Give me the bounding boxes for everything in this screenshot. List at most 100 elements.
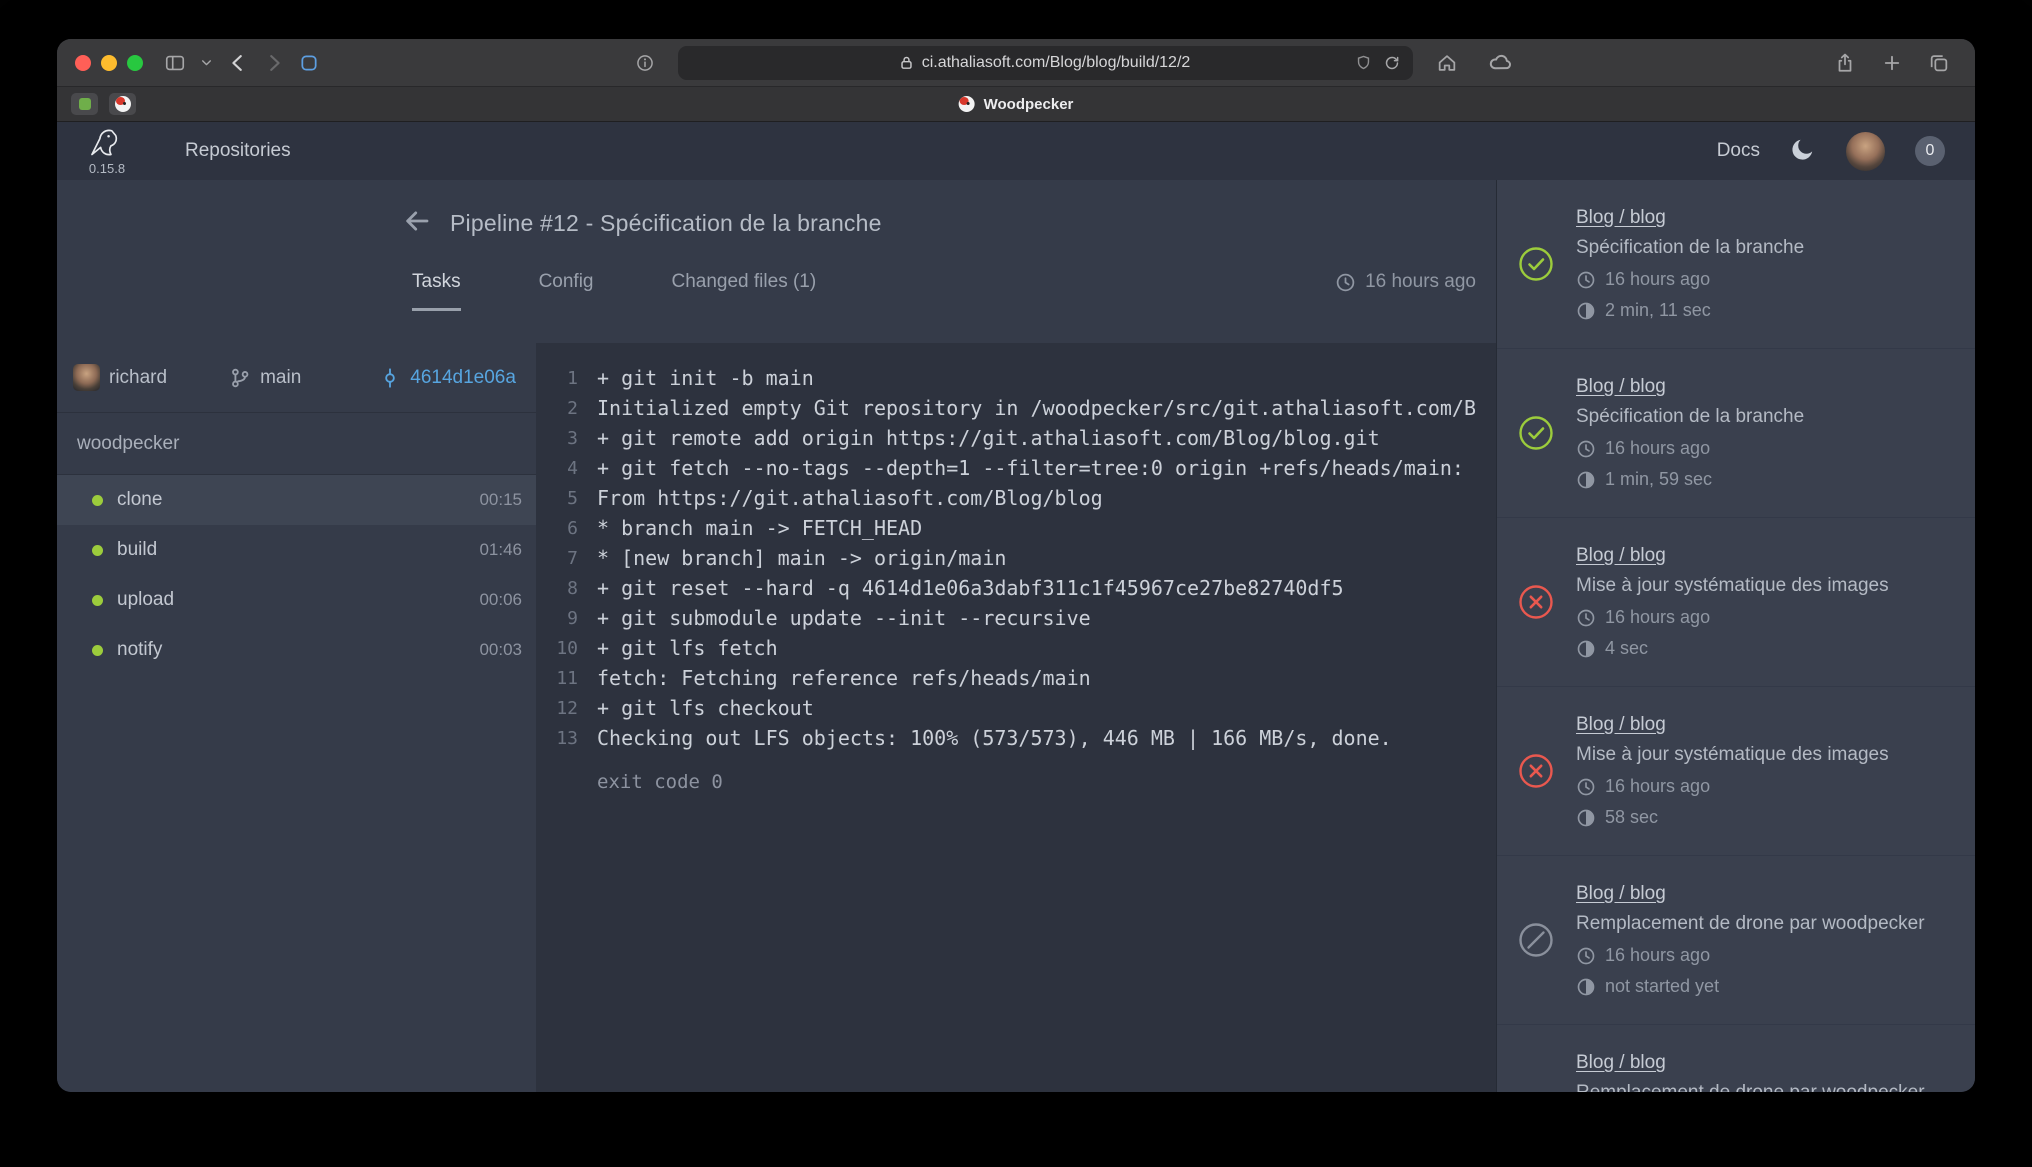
build-time: 16 hours ago — [1576, 438, 1804, 459]
log-line-text: From https://git.athaliasoft.com/Blog/bl… — [597, 486, 1103, 510]
theme-toggle-button[interactable] — [1790, 136, 1816, 167]
background-tab-1[interactable] — [71, 93, 98, 115]
new-tab-button[interactable] — [1875, 47, 1909, 79]
nav-repositories[interactable]: Repositories — [185, 140, 291, 162]
commit-link[interactable]: 4614d1e06a — [410, 367, 516, 389]
log-line-text: + git lfs checkout — [597, 696, 814, 720]
cloud-icon — [1488, 50, 1513, 75]
desktop-background: ci.athaliasoft.com/Blog/blog/build/12/2 — [0, 0, 2032, 1167]
moon-icon — [1790, 136, 1816, 162]
url-bar[interactable]: ci.athaliasoft.com/Blog/blog/build/12/2 — [678, 46, 1413, 80]
build-duration-label: not started yet — [1605, 976, 1719, 997]
build-text: Blog / blog Remplacement de drone par wo… — [1576, 883, 1925, 997]
log-line-number: 12 — [536, 698, 578, 719]
woodpecker-favicon-icon — [115, 96, 131, 112]
close-button[interactable] — [75, 55, 91, 71]
minimize-button[interactable] — [101, 55, 117, 71]
step-upload[interactable]: upload 00:06 — [57, 575, 536, 625]
log-line-text: Initialized empty Git repository in /woo… — [597, 396, 1476, 420]
build-time-label: 16 hours ago — [1605, 945, 1710, 966]
app-logo[interactable]: 0.15.8 — [87, 126, 127, 176]
clock-icon — [1576, 270, 1596, 290]
active-tab[interactable]: Woodpecker — [959, 87, 1074, 121]
status-icon-wrap — [1515, 753, 1557, 789]
author-avatar — [73, 364, 100, 391]
step-clone[interactable]: clone 00:15 — [57, 475, 536, 525]
tabs-overview-icon — [1928, 52, 1950, 74]
log-line-text: + git remote add origin https://git.atha… — [597, 426, 1380, 450]
log-line-number: 2 — [536, 398, 578, 419]
build-item[interactable]: Blog / blog Spécification de la branche … — [1497, 349, 1975, 518]
log-line-number: 3 — [536, 428, 578, 449]
build-text: Blog / blog Spécification de la branche … — [1576, 376, 1804, 490]
user-avatar[interactable] — [1846, 132, 1885, 171]
home-button[interactable] — [1429, 47, 1465, 79]
tab-config[interactable]: Config — [539, 271, 594, 308]
step-duration: 01:46 — [479, 540, 522, 560]
page-info-button[interactable] — [628, 47, 662, 79]
pipeline-back-button[interactable] — [402, 206, 432, 241]
repo-link[interactable]: Blog / blog — [1576, 1052, 1666, 1073]
share-icon — [1834, 52, 1856, 74]
build-item[interactable]: Blog / blog Remplacement de drone par wo… — [1497, 1025, 1975, 1092]
build-duration-label: 58 sec — [1605, 807, 1658, 828]
step-build[interactable]: build 01:46 — [57, 525, 536, 575]
sidebar-toggle-button[interactable] — [157, 47, 193, 79]
fullscreen-button[interactable] — [127, 55, 143, 71]
repo-link[interactable]: Blog / blog — [1576, 207, 1666, 228]
log-line-number: 9 — [536, 608, 578, 629]
log-line-text: Checking out LFS objects: 100% (573/573)… — [597, 726, 1392, 750]
extension-button[interactable] — [292, 47, 326, 79]
background-tab-2[interactable] — [109, 93, 136, 115]
build-item[interactable]: Blog / blog Spécification de la branche … — [1497, 180, 1975, 349]
build-time-label: 16 hours ago — [1605, 607, 1710, 628]
back-arrow-icon — [227, 52, 249, 74]
app-header: 0.15.8 Repositories Docs 0 — [57, 122, 1975, 180]
back-button[interactable] — [220, 47, 256, 79]
log-line: 4+ git fetch --no-tags --depth=1 --filte… — [536, 453, 1496, 483]
log-line-number: 8 — [536, 578, 578, 599]
duration-icon — [1576, 977, 1596, 997]
tab-tasks[interactable]: Tasks — [412, 271, 461, 311]
pipeline-header: Pipeline #12 - Spécification de la branc… — [57, 180, 1496, 343]
repo-link[interactable]: Blog / blog — [1576, 714, 1666, 735]
repo-link[interactable]: Blog / blog — [1576, 376, 1666, 397]
icloud-tabs-button[interactable] — [1481, 47, 1520, 79]
docs-link[interactable]: Docs — [1717, 140, 1760, 162]
status-icon-wrap — [1515, 415, 1557, 451]
reload-icon[interactable] — [1383, 54, 1401, 72]
not-started-circle-icon — [1518, 922, 1554, 958]
log-line-text: fetch: Fetching reference refs/heads/mai… — [597, 666, 1091, 690]
build-time: 16 hours ago — [1576, 945, 1925, 966]
url-bar-actions — [1355, 46, 1401, 80]
duration-icon — [1576, 808, 1596, 828]
build-item[interactable]: Blog / blog Mise à jour systématique des… — [1497, 687, 1975, 856]
notification-badge[interactable]: 0 — [1915, 136, 1945, 166]
build-time: 16 hours ago — [1576, 776, 1889, 797]
pipeline-title-row: Pipeline #12 - Spécification de la branc… — [57, 180, 1496, 241]
step-notify[interactable]: notify 00:03 — [57, 625, 536, 675]
pipeline-time-label: 16 hours ago — [1365, 271, 1476, 293]
log-line-text: + git reset --hard -q 4614d1e06a3dabf311… — [597, 576, 1344, 600]
workflow-label: woodpecker — [57, 413, 536, 475]
log-line-text: + git submodule update --init --recursiv… — [597, 606, 1091, 630]
window-controls — [75, 55, 143, 71]
forward-button[interactable] — [256, 47, 292, 79]
git-commit-icon — [379, 367, 401, 389]
page-title: Pipeline #12 - Spécification de la branc… — [450, 210, 882, 237]
build-duration-label: 4 sec — [1605, 638, 1648, 659]
build-text: Blog / blog Remplacement de drone par wo… — [1576, 1052, 1925, 1092]
arrow-left-icon — [402, 206, 432, 236]
build-message: Spécification de la branche — [1576, 237, 1804, 259]
tab-changed-files[interactable]: Changed files (1) — [672, 271, 817, 308]
log-line-number: 1 — [536, 368, 578, 389]
build-duration: 2 min, 11 sec — [1576, 300, 1804, 321]
tab-overview-button[interactable] — [1921, 47, 1957, 79]
share-button[interactable] — [1827, 47, 1863, 79]
repo-link[interactable]: Blog / blog — [1576, 883, 1666, 904]
tab-group-chevron-button[interactable] — [193, 47, 220, 79]
build-item[interactable]: Blog / blog Mise à jour systématique des… — [1497, 518, 1975, 687]
privacy-shield-icon[interactable] — [1355, 54, 1372, 71]
build-item[interactable]: Blog / blog Remplacement de drone par wo… — [1497, 856, 1975, 1025]
repo-link[interactable]: Blog / blog — [1576, 545, 1666, 566]
